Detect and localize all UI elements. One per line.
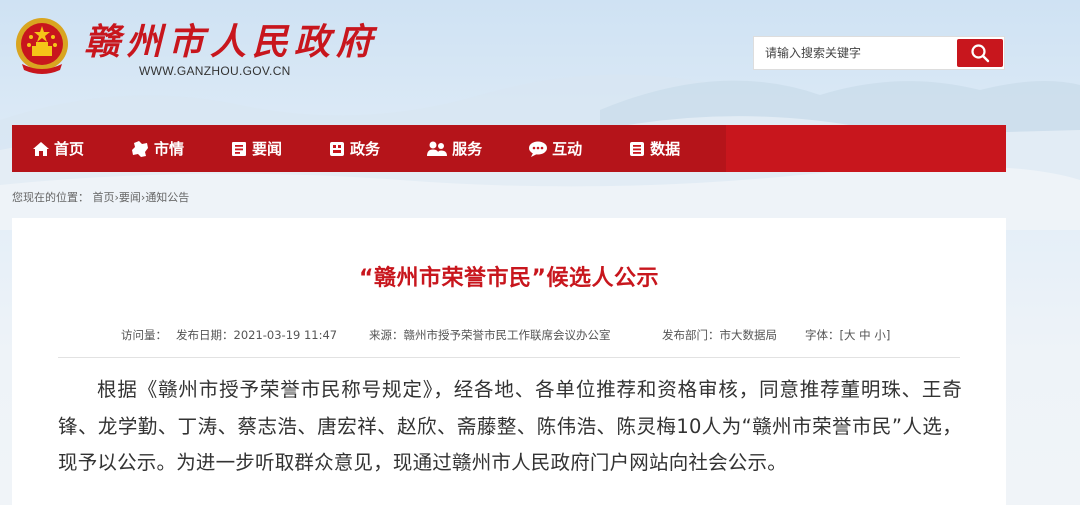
nav-item-government[interactable]: 政务: [328, 125, 380, 172]
site-url: WWW.GANZHOU.GOV.CN: [139, 64, 291, 78]
font-size-close: ]: [885, 328, 891, 342]
national-emblem-icon: [16, 18, 68, 74]
breadcrumb-prefix: 您现在的位置：: [12, 191, 89, 204]
site-title[interactable]: 赣州市人民政府: [84, 20, 378, 64]
nav-item-home[interactable]: 首页: [32, 125, 84, 172]
breadcrumb-home[interactable]: 首页: [93, 191, 115, 204]
nav-item-interact[interactable]: 互动: [528, 125, 582, 172]
meta-visits: 访问量：: [121, 328, 167, 342]
map-icon: [132, 140, 149, 157]
government-icon: [330, 141, 345, 156]
nav-item-label: 要闻: [252, 140, 283, 158]
nav-item-city[interactable]: 市情: [130, 125, 184, 172]
breadcrumb-notices[interactable]: 通知公告: [145, 191, 189, 204]
meta-department: 发布部门：市大数据局: [662, 328, 777, 342]
meta-source: 来源：赣州市授予荣誉市民工作联席会议办公室: [369, 328, 611, 342]
main-nav: 首页 市情 要闻 政务 服务 互动 数据: [12, 125, 1006, 172]
chat-icon: [529, 141, 548, 157]
site-header: 赣州市人民政府 WWW.GANZHOU.GOV.CN: [0, 0, 1080, 110]
breadcrumb-news[interactable]: 要闻: [119, 191, 141, 204]
nav-item-label: 服务: [452, 140, 483, 158]
nav-item-label: 市情: [154, 140, 185, 158]
home-icon: [33, 141, 49, 156]
news-icon: [232, 141, 247, 156]
font-medium-button[interactable]: 中: [859, 328, 871, 342]
meta-publish-date: 发布日期：2021-03-19 11:47: [176, 328, 338, 342]
nav-item-label: 互动: [552, 140, 583, 158]
nav-item-label: 政务: [350, 140, 381, 158]
font-small-button[interactable]: 小: [874, 328, 886, 342]
font-large-button[interactable]: 大: [844, 328, 856, 342]
font-size-control: 字体：[大 中 小]: [805, 327, 890, 343]
search-input[interactable]: [754, 37, 954, 69]
meta-divider: [58, 357, 960, 358]
search-button[interactable]: [957, 39, 1003, 67]
article-panel: “赣州市荣誉市民”候选人公示 访问量： 发布日期：2021-03-19 11:4…: [12, 218, 1006, 505]
search-icon: [971, 44, 990, 63]
data-icon: [630, 141, 645, 156]
article-title: “赣州市荣誉市民”候选人公示: [359, 266, 659, 291]
service-icon: [427, 141, 448, 156]
breadcrumb: 您现在的位置： 首页›要闻›通知公告: [12, 189, 189, 205]
nav-item-news[interactable]: 要闻: [230, 125, 282, 172]
nav-item-service[interactable]: 服务: [426, 125, 482, 172]
nav-item-label: 数据: [650, 140, 681, 158]
nav-item-data[interactable]: 数据: [628, 125, 680, 172]
nav-item-label: 首页: [54, 140, 85, 158]
font-size-label: 字体：[: [805, 328, 844, 342]
search-bar: [753, 36, 1005, 70]
article-body: 根据《赣州市授予荣誉市民称号规定》，经各地、各单位推荐和资格审核，同意推荐董明珠…: [58, 378, 962, 474]
